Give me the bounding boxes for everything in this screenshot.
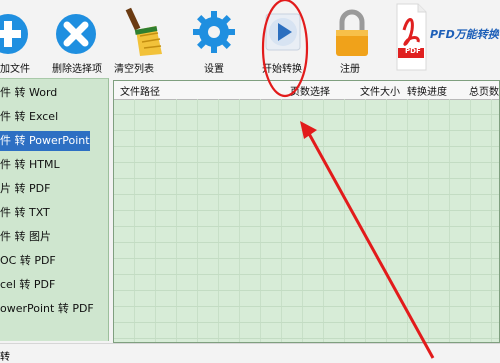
sidebar-item-image-to-pdf[interactable]: 片 转 PDF bbox=[0, 179, 108, 199]
add-file-button[interactable]: 加文件 bbox=[0, 0, 40, 78]
sidebar-item-to-image[interactable]: 件 转 图片 bbox=[0, 227, 108, 247]
sidebar-item-label: 件 转 PowerPoint bbox=[0, 134, 90, 147]
sidebar-item-to-powerpoint[interactable]: 件 转 PowerPoint bbox=[0, 131, 90, 151]
settings-button[interactable]: 设置 bbox=[190, 0, 240, 78]
play-icon bbox=[265, 13, 301, 51]
lock-icon bbox=[336, 9, 368, 56]
register-button[interactable]: 注册 bbox=[330, 0, 374, 78]
table-header: 文件路径 页数选择 文件大小 转换进度 总页数 bbox=[114, 81, 499, 100]
pdf-file-icon bbox=[396, 3, 427, 71]
register-label: 注册 bbox=[340, 64, 360, 75]
sidebar-item-doc-to-pdf[interactable]: OC 转 PDF bbox=[0, 251, 108, 271]
gear-icon bbox=[193, 11, 235, 53]
sidebar-item-label: cel 转 PDF bbox=[0, 278, 56, 291]
file-list-table[interactable]: 文件路径 页数选择 文件大小 转换进度 总页数 bbox=[113, 80, 500, 343]
sidebar-item-label: 件 转 HTML bbox=[0, 158, 60, 171]
sidebar-item-to-txt[interactable]: 件 转 TXT bbox=[0, 203, 108, 223]
add-file-label: 加文件 bbox=[0, 64, 30, 75]
sidebar-item-to-word[interactable]: 件 转 Word bbox=[0, 83, 108, 103]
brand-title: PFD万能转换 bbox=[430, 28, 499, 41]
column-header-file-path[interactable]: 文件路径 bbox=[120, 83, 160, 98]
sidebar-item-label: owerPoint 转 PDF bbox=[0, 302, 94, 315]
column-header-total-pages[interactable]: 总页数 bbox=[469, 83, 499, 98]
sidebar-item-powerpoint-to-pdf[interactable]: owerPoint 转 PDF bbox=[0, 299, 108, 319]
start-convert-button[interactable]: 开始转换 bbox=[258, 0, 308, 78]
sidebar-item-to-excel[interactable]: 件 转 Excel bbox=[0, 107, 108, 127]
column-header-page-select[interactable]: 页数选择 bbox=[290, 83, 330, 98]
sidebar-item-label: 件 转 TXT bbox=[0, 206, 50, 219]
sidebar-item-label: 件 转 Excel bbox=[0, 110, 59, 123]
sidebar-item-excel-to-pdf[interactable]: cel 转 PDF bbox=[0, 275, 108, 295]
delete-icon bbox=[56, 14, 96, 54]
table-body[interactable] bbox=[114, 99, 499, 342]
pdf-badge-text: PDF bbox=[405, 47, 421, 55]
delete-selected-button[interactable]: 删除选择项 bbox=[46, 0, 108, 78]
clear-list-label: 清空列表 bbox=[114, 64, 154, 75]
sidebar-item-label: 片 转 PDF bbox=[0, 182, 51, 195]
conversion-type-list: 件 转 Word 件 转 Excel 件 转 PowerPoint 件 转 HT… bbox=[0, 78, 109, 341]
toolbar: 加文件 删除选择项 清空列表 设置 开始转换 注册 PDF PFD万能转换 bbox=[0, 0, 500, 78]
status-bar: 转 bbox=[0, 343, 500, 363]
add-icon bbox=[0, 14, 28, 54]
brand-logo: PDF PFD万能转换 bbox=[394, 0, 500, 78]
column-header-file-size[interactable]: 文件大小 bbox=[360, 83, 400, 98]
delete-selected-label: 删除选择项 bbox=[52, 64, 102, 75]
column-header-progress[interactable]: 转换进度 bbox=[407, 83, 447, 98]
start-convert-label: 开始转换 bbox=[262, 64, 302, 75]
sidebar-item-label: 件 转 Word bbox=[0, 86, 58, 99]
broom-icon bbox=[125, 7, 162, 56]
clear-list-button[interactable]: 清空列表 bbox=[112, 0, 170, 78]
sidebar-item-label: OC 转 PDF bbox=[0, 254, 56, 267]
sidebar-item-to-html[interactable]: 件 转 HTML bbox=[0, 155, 108, 175]
sidebar-item-label: 件 转 图片 bbox=[0, 230, 51, 243]
settings-label: 设置 bbox=[204, 64, 224, 75]
